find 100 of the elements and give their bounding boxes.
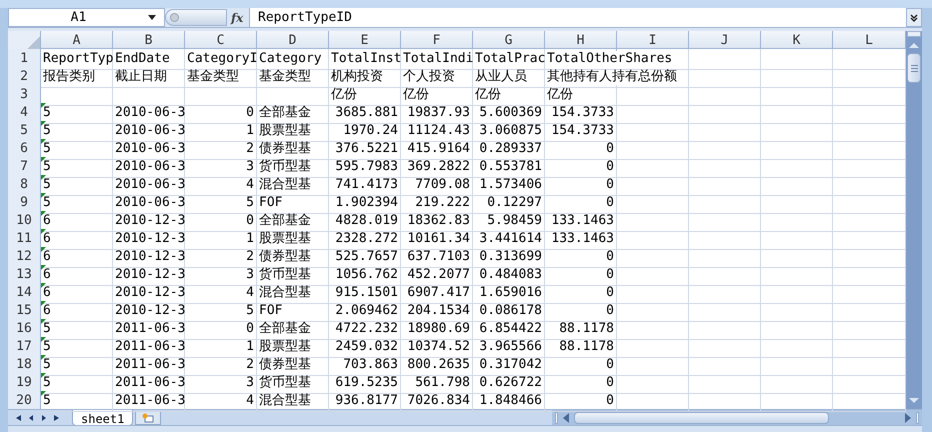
table-cell: 369.2822 (401, 157, 473, 178)
table-cell: 1.573406 (473, 175, 545, 196)
expand-button[interactable] (906, 8, 922, 27)
table-cell: 0 (545, 139, 617, 160)
insert-function-button[interactable]: fx (231, 8, 245, 26)
table-cell (617, 373, 689, 394)
column-header[interactable]: J (689, 31, 761, 50)
table-cell (617, 193, 689, 214)
table-cell: 2010-12-3 (113, 229, 185, 250)
table-cell: 1056.762 (329, 265, 401, 286)
table-cell (761, 373, 833, 394)
table-cell (761, 139, 833, 160)
dropdown-caret-icon[interactable] (148, 15, 156, 20)
formula-field[interactable]: ReportTypeID (249, 8, 906, 27)
table-cell: 6.854422 (473, 319, 545, 340)
table-cell (617, 85, 689, 106)
column-header[interactable]: E (329, 31, 401, 50)
table-cell: FOF (257, 193, 329, 214)
name-box[interactable]: A1 (8, 8, 165, 27)
table-cell (617, 337, 689, 358)
horizontal-scrollbar[interactable] (552, 410, 922, 426)
scroll-thumb[interactable] (907, 53, 921, 83)
table-cell (761, 265, 833, 286)
split-box[interactable] (555, 412, 558, 424)
table-cell: 亿份 (545, 85, 617, 106)
table-cell (689, 67, 761, 88)
table-cell: 0 (185, 103, 257, 124)
scroll-up-arrow-icon[interactable] (909, 41, 919, 49)
table-cell (689, 121, 761, 142)
table-cell: 股票型基 (257, 337, 329, 358)
column-header[interactable]: K (761, 31, 833, 50)
column-header[interactable]: F (401, 31, 473, 50)
table-cell (689, 175, 761, 196)
table-cell: 637.7103 (401, 247, 473, 268)
table-cell (617, 139, 689, 160)
table-cell: 0.553781 (473, 157, 545, 178)
scroll-right-arrow-icon[interactable] (904, 412, 912, 422)
next-sheet-icon[interactable] (40, 414, 48, 422)
table-cell: 亿份 (473, 85, 545, 106)
table-cell: 415.9164 (401, 139, 473, 160)
table-cell: 0.086178 (473, 301, 545, 322)
table-cell (761, 319, 833, 340)
table-cell: 3.441614 (473, 229, 545, 250)
table-cell: 3 (185, 265, 257, 286)
table-cell (689, 193, 761, 214)
table-cell: 133.1463 (545, 229, 617, 250)
table-cell: TotalOtherShares (545, 49, 689, 70)
split-box[interactable] (916, 412, 919, 424)
sheet-tab[interactable]: sheet1 (72, 410, 134, 426)
vertical-scrollbar[interactable] (906, 31, 922, 409)
table-cell (761, 67, 833, 88)
new-sheet-icon[interactable] (135, 410, 162, 424)
previous-sheet-icon[interactable] (27, 414, 35, 422)
table-cell: 债券型基 (257, 355, 329, 376)
table-cell (761, 283, 833, 304)
column-header[interactable]: G (473, 31, 545, 50)
table-cell: 0 (545, 175, 617, 196)
double-chevron-icon (910, 14, 918, 22)
table-cell: 机构投资 (329, 67, 401, 88)
table-cell: 2010-06-3 (113, 121, 185, 142)
table-cell: 0 (545, 301, 617, 322)
table-cell: 债券型基 (257, 139, 329, 160)
table-cell (761, 337, 833, 358)
table-cell (617, 211, 689, 232)
scroll-down-arrow-icon[interactable] (909, 397, 919, 405)
table-cell: 3 (185, 157, 257, 178)
table-cell (617, 319, 689, 340)
resize-handle[interactable] (165, 9, 227, 26)
table-cell (689, 49, 761, 70)
table-cell (761, 175, 833, 196)
table-cell: 从业人员 (473, 67, 545, 88)
table-cell: 18980.69 (401, 319, 473, 340)
table-cell: Category (257, 49, 329, 70)
table-cell (617, 355, 689, 376)
table-cell: 货币型基 (257, 157, 329, 178)
column-header[interactable]: H (545, 31, 617, 50)
scroll-left-arrow-icon[interactable] (562, 412, 570, 422)
table-cell: 0 (185, 319, 257, 340)
first-sheet-icon[interactable] (14, 414, 22, 422)
last-sheet-icon[interactable] (53, 414, 61, 422)
table-cell: 0 (545, 247, 617, 268)
table-cell: 2010-06-3 (113, 103, 185, 124)
split-box[interactable] (907, 31, 921, 37)
table-cell: 2.069462 (329, 301, 401, 322)
column-header[interactable]: C (185, 31, 257, 50)
column-header[interactable]: D (257, 31, 329, 50)
table-cell: 亿份 (329, 85, 401, 106)
scroll-thumb[interactable] (574, 412, 829, 424)
column-header[interactable]: B (113, 31, 185, 50)
table-cell (761, 301, 833, 322)
table-cell (689, 229, 761, 250)
table-cell: TotalIndi (401, 49, 473, 70)
column-header[interactable]: I (617, 31, 689, 50)
table-cell: 0 (545, 355, 617, 376)
table-cell: 1 (185, 337, 257, 358)
table-cell (689, 337, 761, 358)
table-cell: 561.798 (401, 373, 473, 394)
table-cell: 3.965566 (473, 337, 545, 358)
select-all-button[interactable] (8, 31, 41, 50)
table-cell (689, 85, 761, 106)
